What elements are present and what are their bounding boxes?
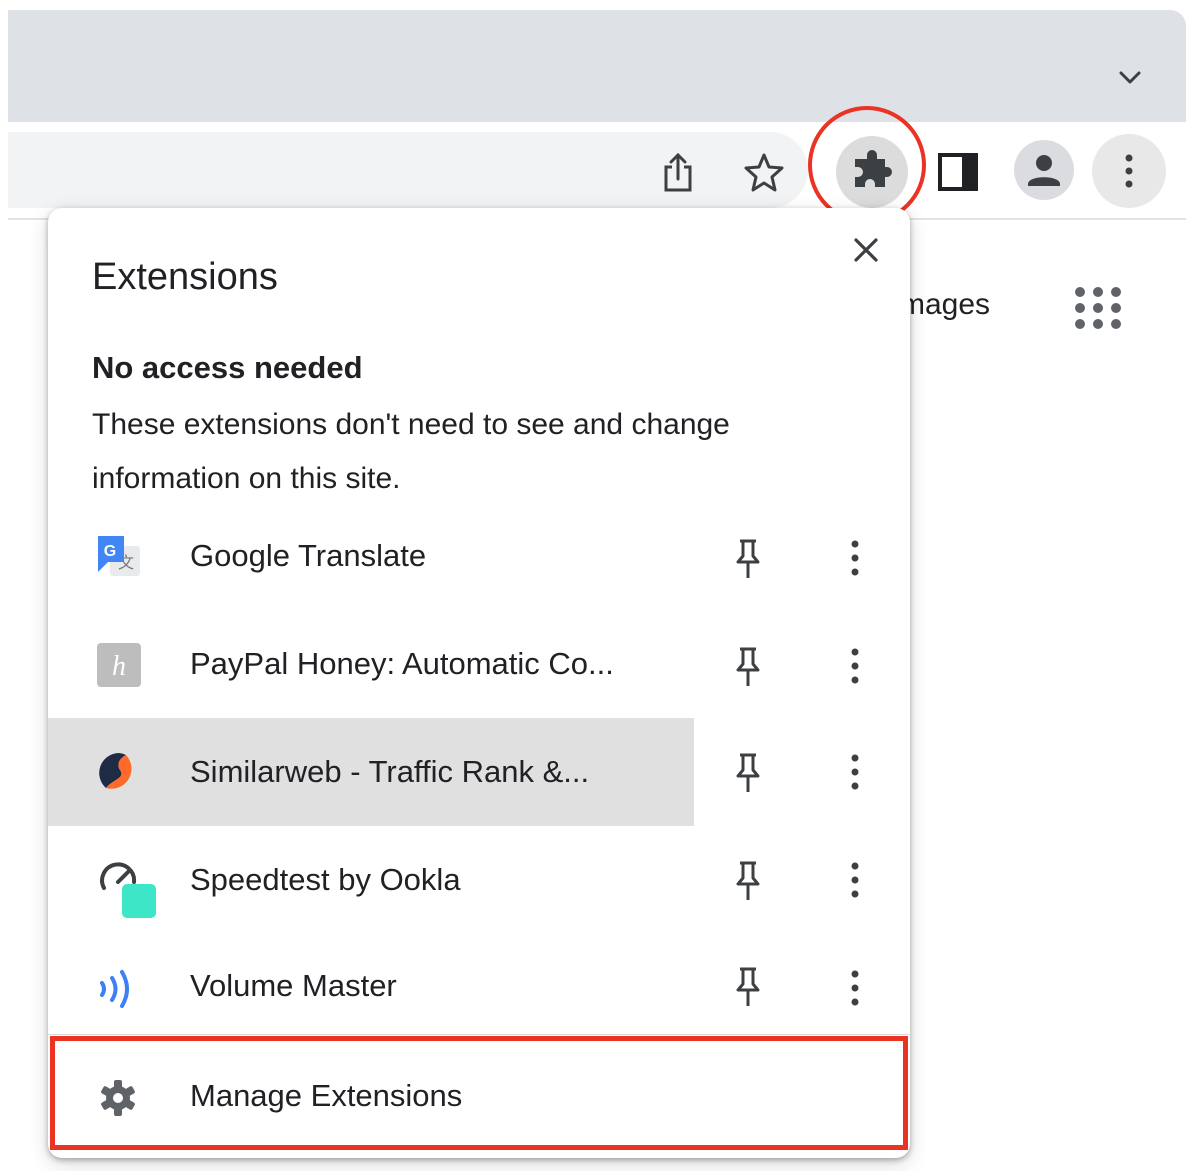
extension-name: Volume Master [190, 968, 397, 1003]
tab-search-chevron-down-icon[interactable] [1112, 60, 1148, 96]
profile-avatar-icon[interactable] [1014, 140, 1074, 200]
google-apps-grid-icon[interactable] [1072, 284, 1124, 332]
side-panel-icon[interactable] [936, 150, 980, 194]
gear-icon [98, 1078, 138, 1118]
bookmark-star-icon[interactable] [740, 148, 788, 196]
svg-text:G: G [104, 543, 116, 560]
extensions-button[interactable] [836, 136, 908, 208]
speedtest-icon [96, 858, 158, 920]
pin-icon[interactable] [734, 538, 762, 580]
tab-strip [8, 10, 1186, 122]
pin-icon[interactable] [734, 752, 762, 794]
similarweb-icon [96, 750, 142, 796]
more-options-icon[interactable] [840, 536, 870, 580]
close-icon[interactable] [844, 230, 888, 270]
svg-text:h: h [112, 651, 126, 682]
pin-icon[interactable] [734, 860, 762, 902]
volume-master-icon [96, 966, 142, 1012]
popup-divider [48, 1034, 910, 1035]
more-options-icon[interactable] [840, 644, 870, 688]
images-link[interactable]: mages [900, 288, 990, 322]
more-options-icon[interactable] [840, 966, 870, 1010]
extension-name: Similarweb - Traffic Rank &... [190, 754, 590, 789]
more-options-icon[interactable] [840, 750, 870, 794]
honey-icon: h [96, 642, 142, 688]
extension-name: Google Translate [190, 538, 427, 573]
manage-extensions-label: Manage Extensions [190, 1078, 463, 1113]
google-translate-icon: 文 G [96, 534, 142, 580]
share-icon[interactable] [656, 148, 700, 196]
section-description: These extensions don't need to see and c… [92, 408, 730, 495]
pin-icon[interactable] [734, 966, 762, 1008]
popup-title: Extensions [92, 256, 278, 298]
extension-name: PayPal Honey: Automatic Co... [190, 646, 614, 681]
pin-icon[interactable] [734, 646, 762, 688]
extension-name: Speedtest by Ookla [190, 862, 461, 897]
section-heading: No access needed [92, 350, 363, 385]
more-options-icon[interactable] [840, 858, 870, 902]
extensions-puzzle-icon [851, 149, 893, 196]
chrome-menu-icon[interactable] [1092, 134, 1166, 208]
manage-extensions-button[interactable] [48, 1040, 910, 1150]
